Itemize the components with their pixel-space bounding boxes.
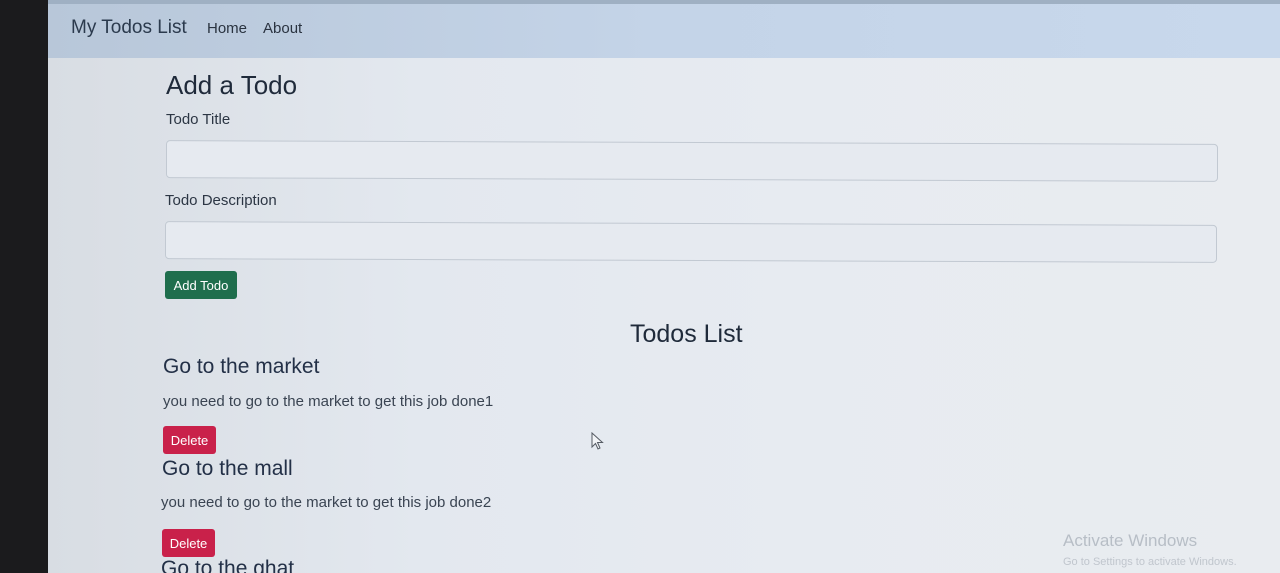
browser-viewport: My Todos List Home About Add a Todo Todo… [48,0,1280,573]
todo-description-input[interactable] [165,221,1217,263]
add-todo-button[interactable]: Add Todo [165,271,237,299]
nav-link-about[interactable]: About [263,20,302,37]
todos-list-heading: Todos List [630,320,743,348]
navbar: My Todos List Home About [48,0,1280,58]
add-todo-heading: Add a Todo [166,70,298,100]
delete-todo-button[interactable]: Delete [163,426,216,454]
activate-windows-watermark: Activate Windows [1063,531,1198,550]
todo-title-label: Todo Title [166,111,231,128]
todo-item-description: you need to go to the market to get this… [163,393,494,410]
todo-description-label: Todo Description [165,192,277,209]
todo-title-input[interactable] [166,140,1218,182]
delete-todo-button[interactable]: Delete [162,529,215,557]
navbar-brand[interactable]: My Todos List [71,17,187,39]
activate-windows-subtitle: Go to Settings to activate Windows. [1063,556,1237,568]
nav-link-home[interactable]: Home [207,20,247,37]
todo-item-description: you need to go to the market to get this… [161,494,492,511]
todo-item-title: Go to the mall [162,457,293,480]
mouse-cursor-icon [591,432,604,450]
todo-item-title: Go to the market [163,355,320,378]
todo-item-title: Go to the ghat [161,557,295,573]
